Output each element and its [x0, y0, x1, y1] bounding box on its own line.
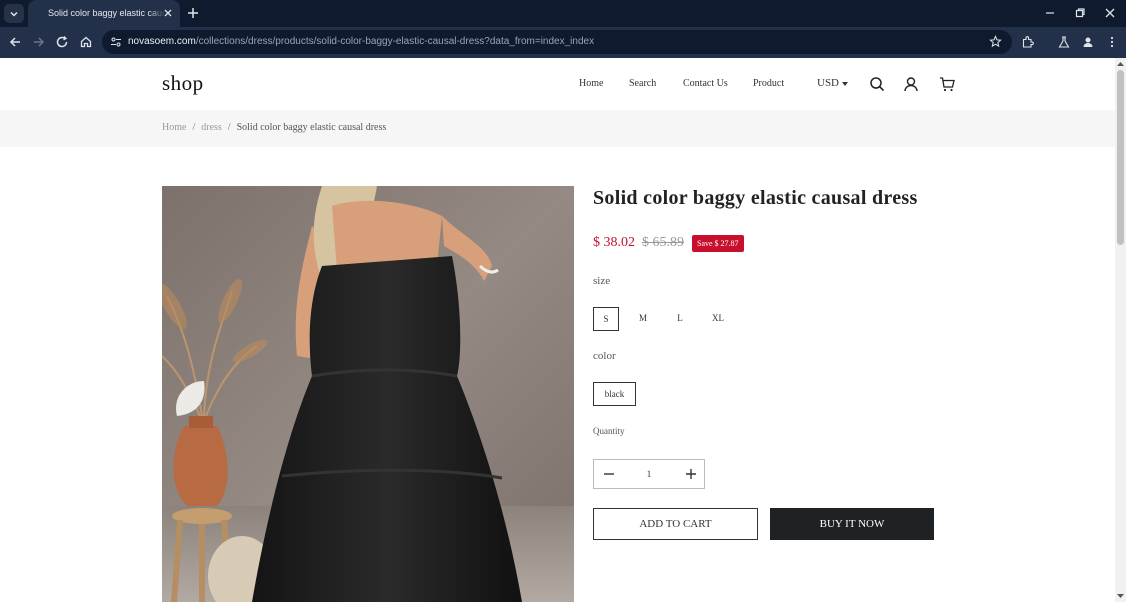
close-window-icon[interactable]	[1104, 7, 1116, 19]
web-page: shop Home Search Contact Us Product USD …	[0, 58, 1115, 602]
url-host: novasoem.com	[128, 36, 196, 47]
quantity-input[interactable]: 1	[624, 460, 674, 488]
breadcrumb-category[interactable]: dress	[201, 122, 222, 133]
nav-product[interactable]: Product	[753, 78, 784, 89]
minimize-icon[interactable]	[1044, 7, 1056, 19]
size-option-m[interactable]: M	[631, 307, 655, 331]
quantity-label: Quantity	[593, 426, 625, 436]
nav-contact-us[interactable]: Contact Us	[683, 78, 728, 89]
plus-icon	[686, 469, 696, 479]
close-tab-icon[interactable]	[162, 7, 174, 19]
color-label: color	[593, 350, 616, 362]
breadcrumb: Home / dress / Solid color baggy elastic cau…	[162, 122, 386, 133]
nav-search[interactable]: Search	[629, 78, 656, 89]
quantity-decrease-button[interactable]	[594, 460, 624, 488]
size-option-xl[interactable]: XL	[705, 307, 731, 331]
quantity-stepper: 1	[593, 459, 705, 489]
breadcrumb-bar: Home / dress / Solid color baggy elastic cau…	[0, 110, 1115, 147]
nav-home[interactable]: Home	[579, 78, 603, 89]
url-text: novasoem.com/collections/dress/products/…	[128, 36, 594, 47]
reload-icon[interactable]	[55, 35, 69, 49]
url-path: /collections/dress/products/solid-color-…	[195, 36, 595, 47]
site-info-icon[interactable]	[110, 36, 122, 48]
scrollbar-thumb[interactable]	[1117, 70, 1124, 245]
breadcrumb-current: Solid color baggy elastic causal dress	[236, 122, 387, 133]
add-to-cart-button[interactable]: ADD TO CART	[593, 508, 758, 540]
breadcrumb-home[interactable]: Home	[162, 122, 186, 133]
profile-icon[interactable]	[1081, 35, 1095, 49]
compare-price: $ 65.89	[642, 235, 684, 250]
product-photo	[162, 186, 574, 602]
minus-icon	[604, 473, 614, 475]
back-icon[interactable]	[8, 35, 22, 49]
restore-icon[interactable]	[1074, 7, 1086, 19]
star-icon[interactable]	[989, 35, 1002, 48]
browser-tab-bar: Solid color baggy elastic causal dress	[0, 0, 1126, 27]
scroll-up-icon[interactable]	[1117, 61, 1124, 67]
buy-now-button[interactable]: BUY IT NOW	[770, 508, 934, 540]
size-option-l[interactable]: L	[668, 307, 692, 331]
breadcrumb-separator: /	[192, 122, 196, 133]
quantity-increase-button[interactable]	[676, 460, 706, 488]
scroll-down-icon[interactable]	[1117, 593, 1124, 599]
menu-icon[interactable]	[1105, 35, 1119, 49]
size-label: size	[593, 275, 611, 287]
chevron-down-icon	[10, 11, 18, 17]
home-icon[interactable]	[79, 35, 93, 49]
product-image[interactable]	[162, 186, 574, 602]
forward-icon[interactable]	[32, 35, 46, 49]
save-badge: Save $ 27.87	[692, 235, 744, 252]
address-bar[interactable]: novasoem.com/collections/dress/products/…	[102, 30, 1012, 54]
caret-down-icon[interactable]	[842, 82, 848, 86]
browser-toolbar: novasoem.com/collections/dress/products/…	[0, 27, 1126, 58]
size-option-s[interactable]: S	[593, 307, 619, 331]
search-icon[interactable]	[869, 76, 885, 92]
sale-price: $ 38.02	[593, 235, 635, 250]
new-tab-icon[interactable]	[186, 6, 200, 20]
cart-icon[interactable]	[939, 76, 955, 92]
user-icon[interactable]	[903, 76, 919, 92]
currency-selector[interactable]: USD	[817, 77, 839, 89]
page-scrollbar[interactable]	[1115, 58, 1126, 602]
tab-search-button[interactable]	[4, 4, 24, 23]
color-option-black[interactable]: black	[593, 382, 636, 406]
breadcrumb-separator: /	[227, 122, 231, 133]
site-logo[interactable]: shop	[162, 71, 204, 96]
tab-title: Solid color baggy elastic causal dress	[48, 8, 166, 18]
extensions-icon[interactable]	[1021, 35, 1035, 49]
browser-tab-active[interactable]: Solid color baggy elastic causal dress	[28, 0, 180, 27]
product-title: Solid color baggy elastic causal dress	[593, 187, 918, 209]
labs-icon[interactable]	[1057, 35, 1071, 49]
